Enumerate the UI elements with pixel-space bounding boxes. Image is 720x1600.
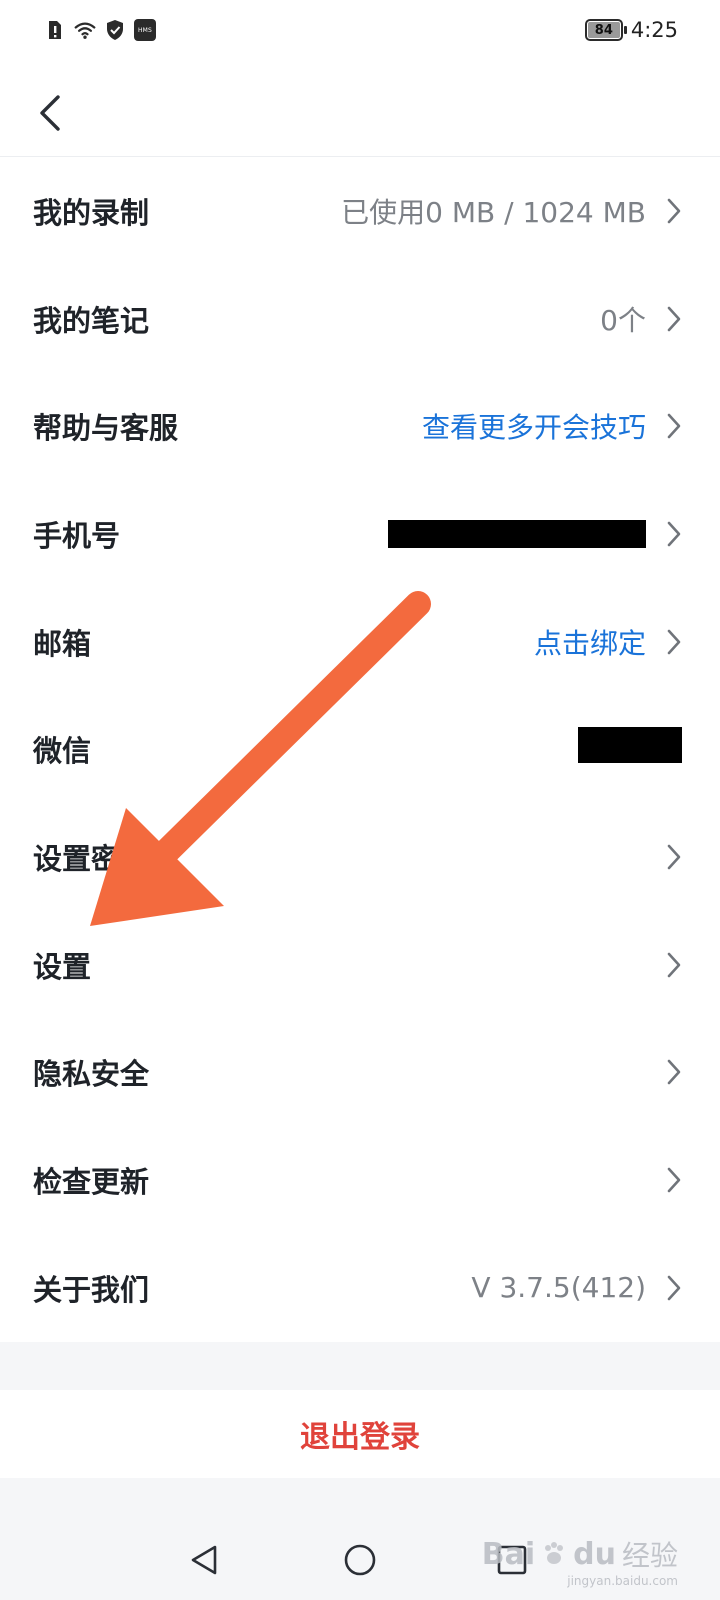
chevron-right-icon [664,196,684,226]
system-back-button[interactable] [182,1538,226,1582]
shield-icon [104,18,126,42]
status-time: 4:25 [630,18,678,42]
baidu-watermark: Bai du 经验 jingyan.baidu.com [481,1534,678,1589]
menu-item-settings[interactable]: 设置 [0,911,720,1019]
menu-item-set-password[interactable]: 设置密码 [0,803,720,911]
logout-button[interactable]: 退出登录 [0,1390,720,1478]
menu-item-label: 微信 [33,734,92,769]
bind-email-link[interactable]: 点击绑定 [534,622,646,662]
redacted-phone-value [388,519,646,548]
storage-usage-value: 已使用0 MB / 1024 MB [341,195,646,229]
chevron-right-icon [664,842,684,872]
menu-item-label: 手机号 [33,518,121,553]
chevron-right-icon [664,627,684,657]
menu-item-label: 隐私安全 [33,1057,150,1092]
home-circle-icon [344,1544,376,1576]
menu-item-wechat[interactable]: 微信 [0,695,720,803]
top-nav-bar [0,62,720,157]
chevron-left-icon [40,95,60,131]
hms-icon: HMS [134,19,156,41]
watermark-cn-text: 经验 [621,1539,678,1572]
menu-item-label: 帮助与客服 [33,411,179,446]
system-home-button[interactable] [338,1538,382,1582]
chevron-right-icon [664,1165,684,1195]
help-tips-link[interactable]: 查看更多开会技巧 [422,406,646,446]
watermark-logo-text-2: du [573,1536,616,1572]
chevron-right-icon [664,304,684,334]
status-icons-left: HMS [44,18,156,42]
status-icons-right: 84 4:25 [584,18,678,42]
back-triangle-icon [191,1545,217,1575]
menu-item-label: 设置密码 [33,841,150,876]
battery-icon: 84 [584,19,627,41]
alert-sim-icon [44,18,66,42]
menu-item-help-support[interactable]: 帮助与客服 查看更多开会技巧 [0,372,720,480]
menu-item-label: 邮箱 [33,626,92,661]
menu-item-about-us[interactable]: 关于我们 V 3.7.5(412) [0,1234,720,1342]
menu-item-privacy-security[interactable]: 隐私安全 [0,1019,720,1127]
logout-label: 退出登录 [300,1420,420,1455]
menu-item-check-updates[interactable]: 检查更新 [0,1126,720,1234]
back-button[interactable] [30,90,70,136]
watermark-logo-text: Bai [481,1536,536,1572]
notes-count-value: 0个 [600,303,646,337]
chevron-right-icon [664,950,684,980]
watermark-url: jingyan.baidu.com [567,1574,678,1588]
chevron-right-icon [664,1273,684,1303]
battery-level: 84 [587,22,620,38]
redacted-wechat-value [578,727,682,764]
chevron-right-icon [664,1057,684,1087]
settings-list: 我的录制 已使用0 MB / 1024 MB 我的笔记 0个 帮助与客服 查看更… [0,157,720,1342]
menu-item-phone-number[interactable]: 手机号 [0,480,720,588]
menu-item-label: 我的录制 [33,195,150,230]
status-bar: HMS 84 4:25 [0,0,720,62]
paw-icon [545,1542,564,1564]
wifi-icon [74,18,96,42]
menu-item-label: 设置 [33,949,92,984]
section-divider [0,1342,720,1390]
chevron-right-icon [664,519,684,549]
app-version-value: V 3.7.5(412) [471,1271,646,1305]
chevron-right-icon [664,411,684,441]
menu-item-my-recordings[interactable]: 我的录制 已使用0 MB / 1024 MB [0,157,720,265]
menu-item-label: 我的笔记 [33,303,150,338]
menu-item-label: 关于我们 [33,1272,150,1307]
menu-item-email[interactable]: 邮箱 点击绑定 [0,588,720,696]
menu-item-label: 检查更新 [33,1165,150,1200]
menu-item-my-notes[interactable]: 我的笔记 0个 [0,265,720,373]
